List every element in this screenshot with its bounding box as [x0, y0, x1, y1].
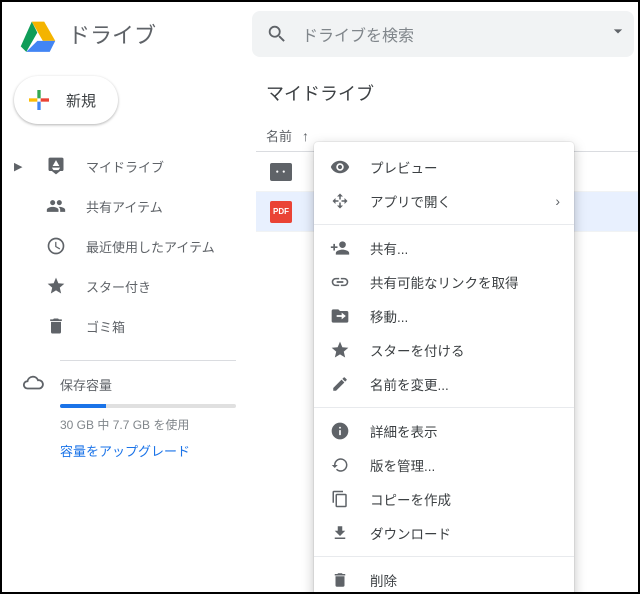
people-icon: [44, 196, 68, 216]
eye-icon: [330, 157, 350, 177]
dropdown-caret-icon[interactable]: [608, 21, 628, 41]
drive-icon: [44, 156, 68, 176]
menu-details[interactable]: 詳細を表示: [314, 414, 574, 448]
shared-folder-icon: ● ●: [270, 163, 292, 181]
sidebar-item-label: マイドライブ: [86, 157, 164, 176]
menu-label: 名前を変更...: [370, 374, 449, 394]
menu-move[interactable]: 移動...: [314, 299, 574, 333]
menu-delete[interactable]: 削除: [314, 563, 574, 594]
sidebar-item-recent[interactable]: 最近使用したアイテム: [2, 226, 252, 266]
breadcrumb[interactable]: マイドライブ: [256, 66, 638, 120]
menu-share[interactable]: 共有...: [314, 231, 574, 265]
trash-icon: [44, 316, 68, 336]
menu-download[interactable]: ダウンロード: [314, 516, 574, 550]
search-icon: [266, 23, 288, 45]
new-button[interactable]: 新規: [14, 76, 118, 124]
menu-preview[interactable]: プレビュー: [314, 150, 574, 184]
star-icon: [330, 340, 350, 360]
menu-label: 詳細を表示: [370, 421, 438, 441]
menu-label: 共有...: [370, 238, 408, 258]
sort-label: 名前: [266, 126, 292, 145]
versions-icon: [330, 456, 350, 474]
chevron-right-icon: ›: [555, 193, 560, 209]
logo-lockup[interactable]: ドライブ: [2, 14, 252, 54]
menu-label: 移動...: [370, 306, 408, 326]
menu-label: 版を管理...: [370, 455, 435, 475]
topbar: ドライブ ドライブを検索: [2, 2, 638, 66]
storage-label: 保存容量: [60, 375, 236, 394]
sidebar-item-starred[interactable]: スター付き: [2, 266, 252, 306]
context-menu: プレビュー アプリで開く › 共有... 共有可能なリンクを取得 移動... ス…: [314, 142, 574, 594]
sidebar-item-my-drive[interactable]: ▶ マイドライブ: [2, 146, 252, 186]
sidebar-item-shared[interactable]: 共有アイテム: [2, 186, 252, 226]
menu-get-link[interactable]: 共有可能なリンクを取得: [314, 265, 574, 299]
storage-usage-text: 30 GB 中 7.7 GB を使用: [60, 416, 236, 433]
menu-label: 共有可能なリンクを取得: [370, 272, 519, 292]
trash-icon: [330, 571, 350, 589]
sidebar-item-label: 共有アイテム: [86, 197, 163, 216]
sort-arrow-icon: ↑: [302, 128, 309, 144]
expand-icon[interactable]: ▶: [14, 160, 26, 173]
person-add-icon: [330, 238, 350, 258]
sidebar-item-label: 最近使用したアイテム: [86, 237, 215, 256]
storage-section: 保存容量 30 GB 中 7.7 GB を使用 容量をアップグレード: [60, 360, 236, 460]
plus-icon: [24, 85, 54, 115]
menu-label: プレビュー: [370, 157, 438, 177]
download-icon: [330, 524, 350, 542]
menu-label: コピーを作成: [370, 489, 451, 509]
move-icon: [330, 306, 350, 326]
menu-star[interactable]: スターを付ける: [314, 333, 574, 367]
sidebar-item-label: ゴミ箱: [86, 317, 125, 336]
nav-list: ▶ マイドライブ 共有アイテム 最近使用したアイテム スタ: [2, 146, 252, 346]
menu-label: アプリで開く: [370, 191, 451, 211]
search-placeholder: ドライブを検索: [302, 22, 414, 46]
app-title: ドライブ: [68, 18, 156, 50]
sidebar: 新規 ▶ マイドライブ 共有アイテム 最近使用したアイテム: [2, 66, 252, 592]
menu-label: スターを付ける: [370, 340, 465, 360]
info-icon: [330, 421, 350, 441]
sidebar-item-trash[interactable]: ゴミ箱: [2, 306, 252, 346]
copy-icon: [330, 490, 350, 508]
storage-bar: [60, 404, 236, 408]
sidebar-item-label: スター付き: [86, 277, 151, 296]
menu-open-with[interactable]: アプリで開く ›: [314, 184, 574, 218]
clock-icon: [44, 236, 68, 256]
menu-label: 削除: [370, 570, 397, 590]
link-icon: [330, 272, 350, 292]
menu-versions[interactable]: 版を管理...: [314, 448, 574, 482]
star-icon: [44, 276, 68, 296]
open-with-icon: [330, 192, 350, 210]
upgrade-link[interactable]: 容量をアップグレード: [60, 441, 236, 460]
menu-copy[interactable]: コピーを作成: [314, 482, 574, 516]
menu-rename[interactable]: 名前を変更...: [314, 367, 574, 401]
search-bar[interactable]: ドライブを検索: [252, 11, 634, 57]
new-button-label: 新規: [66, 90, 96, 111]
menu-label: ダウンロード: [370, 523, 451, 543]
pdf-icon: PDF: [270, 201, 292, 223]
cloud-icon: [22, 372, 44, 397]
drive-logo-icon: [18, 14, 58, 54]
rename-icon: [330, 375, 350, 393]
